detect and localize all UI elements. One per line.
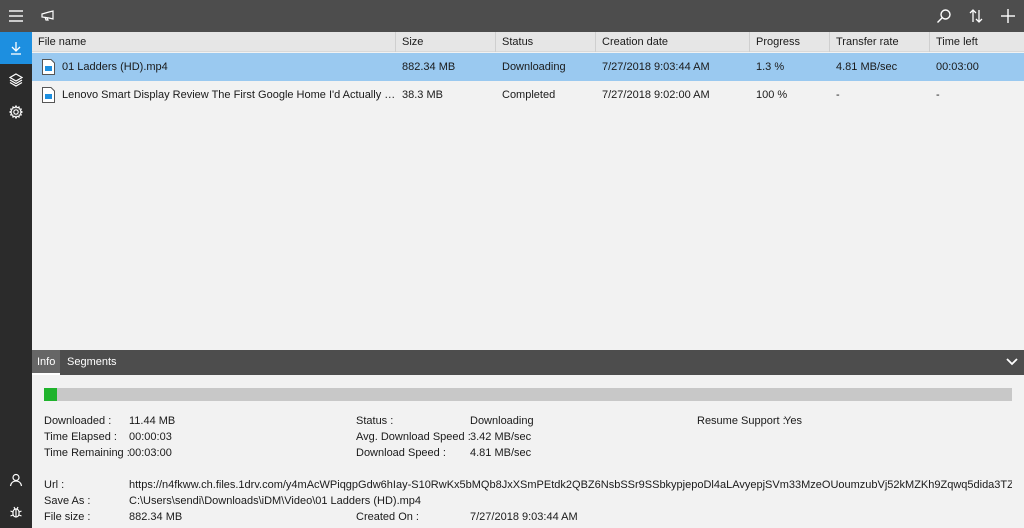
megaphone-icon: [41, 10, 54, 21]
file-size-label: File size :: [44, 511, 91, 523]
url-value: https://n4fkww.ch.files.1drv.com/y4mAcWP…: [129, 479, 1012, 491]
search-button[interactable]: [928, 0, 960, 32]
status-cell: Downloading: [502, 61, 566, 73]
download-progress-bar: [44, 388, 1012, 401]
user-icon: [9, 473, 23, 487]
column-header-time-left[interactable]: Time left: [930, 32, 1024, 52]
table-row[interactable]: 01 Ladders (HD).mp4 882.34 MB Downloadin…: [32, 53, 1024, 81]
column-header-status[interactable]: Status: [496, 32, 596, 52]
status-cell: Completed: [502, 89, 556, 101]
sidebar-item-downloads[interactable]: [0, 32, 32, 64]
search-icon: [937, 9, 951, 23]
sort-button[interactable]: [960, 0, 992, 32]
download-icon: [11, 42, 21, 55]
downloaded-label: Downloaded :: [44, 415, 112, 427]
size-cell: 38.3 MB: [402, 89, 443, 101]
details-panel: Downloaded : 11.44 MB Time Elapsed : 00:…: [32, 375, 1024, 528]
time-remaining-value: 00:03:00: [129, 447, 172, 459]
creation-date-cell: 7/27/2018 9:03:44 AM: [602, 61, 710, 73]
save-as-label: Save As :: [44, 495, 91, 507]
column-header-file-name[interactable]: File name: [32, 32, 396, 52]
column-header-transfer-rate[interactable]: Transfer rate: [830, 32, 930, 52]
sort-icon: [969, 9, 983, 23]
avg-speed-label: Avg. Download Speed :: [356, 431, 471, 443]
announcements-button[interactable]: [32, 0, 64, 32]
tab-info[interactable]: Info: [32, 350, 61, 375]
file-name-cell: 01 Ladders (HD).mp4: [62, 61, 168, 73]
file-name-cell: Lenovo Smart Display Review The First Go…: [62, 89, 396, 101]
url-label: Url :: [44, 479, 65, 491]
transfer-rate-cell: -: [836, 89, 840, 101]
resume-support-label: Resume Support :: [697, 415, 786, 427]
hamburger-icon: [9, 10, 23, 22]
details-tab-bar: Info Segments: [32, 350, 1024, 375]
tab-segments[interactable]: Segments: [62, 350, 122, 375]
time-left-cell: -: [936, 89, 940, 101]
download-progress-fill: [44, 388, 57, 401]
gear-icon: [9, 105, 23, 119]
add-download-button[interactable]: [992, 0, 1024, 32]
time-remaining-label: Time Remaining :: [44, 447, 130, 459]
download-speed-label: Download Speed :: [356, 447, 446, 459]
video-file-icon: [42, 59, 55, 75]
transfer-rate-cell: 4.81 MB/sec: [836, 61, 898, 73]
save-as-value: C:\Users\sendi\Downloads\iDM\Video\01 La…: [129, 495, 422, 507]
column-header-size[interactable]: Size: [396, 32, 496, 52]
sidebar-item-account[interactable]: [0, 464, 32, 496]
sidebar-item-queue[interactable]: [0, 64, 32, 96]
sidebar: [0, 32, 32, 528]
downloaded-value: 11.44 MB: [129, 415, 176, 427]
created-on-label: Created On :: [356, 511, 419, 523]
video-file-icon: [42, 87, 55, 103]
progress-cell: 100 %: [756, 89, 788, 101]
layers-icon: [9, 73, 23, 87]
chevron-down-icon[interactable]: [1004, 354, 1020, 370]
size-cell: 882.34 MB: [402, 61, 456, 73]
time-left-cell: 00:03:00: [936, 61, 979, 73]
download-speed-value: 4.81 MB/sec: [470, 447, 532, 459]
progress-cell: 1.3 %: [756, 61, 785, 73]
download-list: File name Size Status Creation date Prog…: [32, 32, 1024, 350]
creation-date-cell: 7/27/2018 9:02:00 AM: [602, 89, 710, 101]
column-header-creation-date[interactable]: Creation date: [596, 32, 750, 52]
status-value: Downloading: [470, 415, 534, 427]
file-size-value: 882.34 MB: [129, 511, 183, 523]
title-toolbar: [0, 0, 1024, 32]
menu-button[interactable]: [0, 0, 32, 32]
plus-icon: [1001, 9, 1015, 23]
avg-speed-value: 3.42 MB/sec: [470, 431, 532, 443]
table-row[interactable]: Lenovo Smart Display Review The First Go…: [32, 81, 1024, 109]
column-header-progress[interactable]: Progress: [750, 32, 830, 52]
created-on-value: 7/27/2018 9:03:44 AM: [470, 511, 578, 523]
status-label: Status :: [356, 415, 394, 427]
bug-icon: [10, 506, 22, 518]
time-elapsed-label: Time Elapsed :: [44, 431, 117, 443]
resume-support-value: Yes: [784, 415, 802, 427]
table-header: File name Size Status Creation date Prog…: [32, 32, 1024, 52]
sidebar-item-feedback[interactable]: [0, 496, 32, 528]
time-elapsed-value: 00:00:03: [129, 431, 172, 443]
sidebar-item-settings[interactable]: [0, 96, 32, 128]
